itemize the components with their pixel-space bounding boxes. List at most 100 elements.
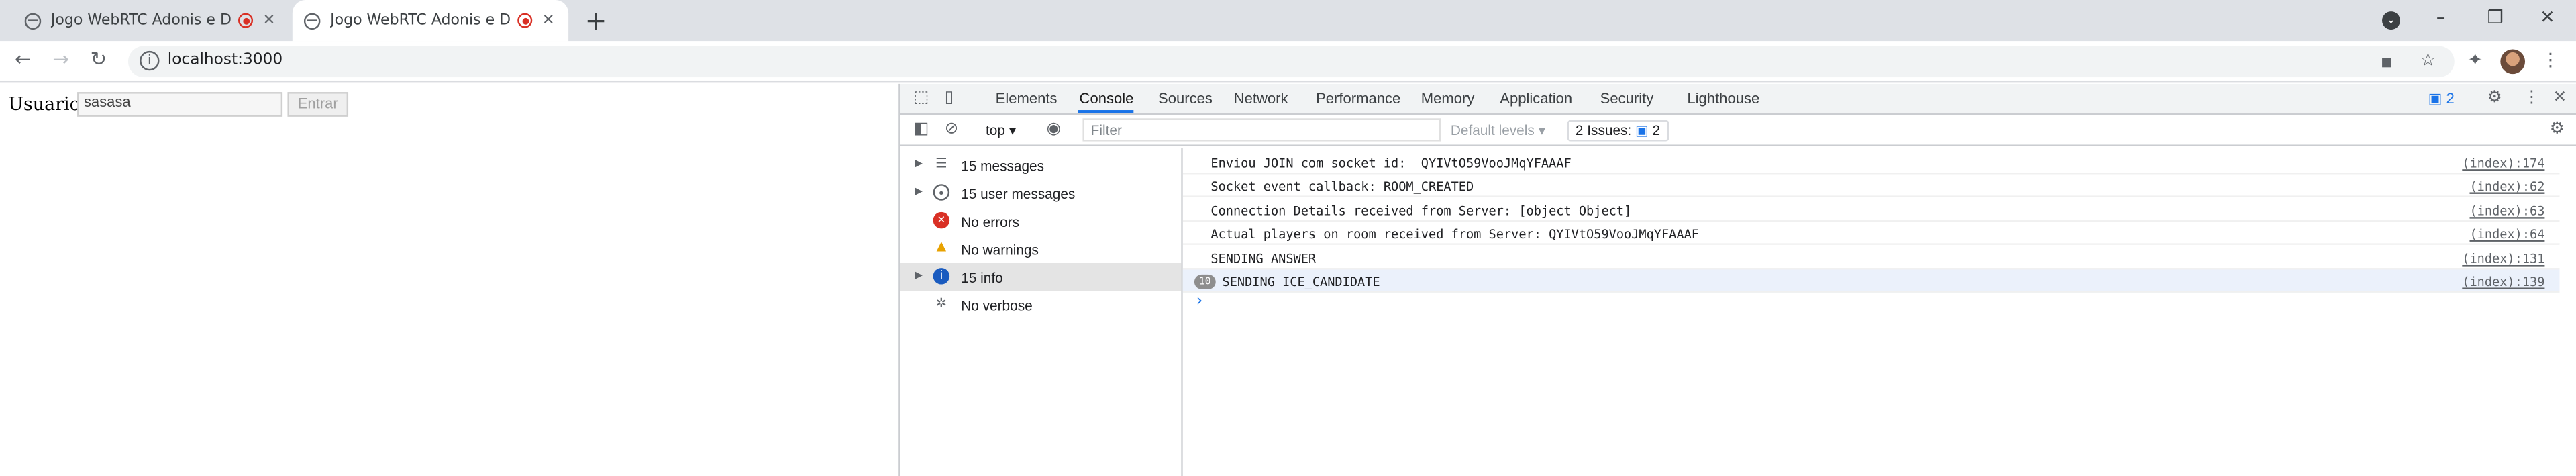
tab-network[interactable]: Network: [1234, 91, 1288, 107]
issues-label: 2 Issues:: [1575, 122, 1632, 138]
url-text: localhost:3000: [167, 50, 283, 69]
sidebar-item-verbose[interactable]: ✲ No verbose: [900, 291, 1182, 319]
expand-arrow-icon[interactable]: ▶: [915, 270, 923, 281]
site-info-icon[interactable]: i: [140, 50, 160, 71]
tab-memory[interactable]: Memory: [1421, 91, 1475, 107]
sidebar-item-info[interactable]: ▶ i 15 info: [900, 263, 1182, 291]
sidebar-item-label: No verbose: [961, 297, 1033, 314]
close-tab-icon[interactable]: ✕: [542, 12, 554, 28]
messages-badge-count: 2: [2446, 90, 2455, 107]
profile-avatar[interactable]: [2500, 49, 2526, 75]
log-entry: Socket event callback: ROOM_CREATED (ind…: [1182, 175, 2560, 197]
page-content: Usuario: sasasa Entrar: [0, 83, 899, 476]
settings-gear-icon[interactable]: ⚙: [2487, 89, 2502, 107]
sidebar-item-label: No errors: [961, 213, 1020, 230]
log-message: Actual players on room received from Ser…: [1210, 226, 1699, 242]
globe-icon: [303, 12, 321, 29]
tab-elements[interactable]: Elements: [996, 91, 1058, 107]
back-icon[interactable]: ←: [15, 48, 32, 70]
log-message: Socket event callback: ROOM_CREATED: [1210, 179, 1474, 194]
log-source-link[interactable]: (index):131: [2462, 252, 2544, 267]
tab-title: Jogo WebRTC Adonis e Dou: [50, 12, 232, 29]
tab-performance[interactable]: Performance: [1316, 91, 1400, 107]
console-settings-icon[interactable]: ⚙: [2550, 120, 2565, 138]
list-icon: ☰: [935, 156, 947, 171]
levels-label: Default levels: [1450, 122, 1535, 138]
minimize-button[interactable]: –: [2436, 7, 2445, 28]
clear-console-icon[interactable]: ⊘: [945, 120, 959, 138]
device-toggle-icon[interactable]: ▯: [945, 89, 954, 107]
context-selector[interactable]: top ▾: [986, 122, 1016, 140]
sidebar-item-label: 15 user messages: [961, 185, 1076, 203]
console-prompt[interactable]: ›: [1194, 293, 1204, 311]
sidebar-item-warnings[interactable]: ▲ No warnings: [900, 235, 1182, 263]
log-source-link[interactable]: (index):64: [2469, 227, 2544, 242]
inspect-icon[interactable]: ⬚: [913, 89, 929, 107]
warning-icon: ▲: [933, 238, 950, 256]
tab-search-icon[interactable]: ⌄: [2382, 11, 2400, 30]
restore-button[interactable]: ❐: [2487, 7, 2504, 28]
tab-application[interactable]: Application: [1500, 91, 1572, 107]
log-message: SENDING ANSWER: [1210, 251, 1317, 267]
log-source-link[interactable]: (index):174: [2462, 156, 2544, 171]
username-input[interactable]: sasasa: [77, 92, 283, 117]
more-options-icon[interactable]: ⋮: [2524, 89, 2540, 107]
info-icon: i: [933, 268, 950, 285]
devtools-panel: ⬚ ▯ Elements Console Sources Network Per…: [898, 83, 2576, 476]
sidebar-item-user-messages[interactable]: ▶ • 15 user messages: [900, 179, 1182, 207]
address-bar[interactable]: i localhost:3000 ▪ ☆: [127, 46, 2455, 78]
tab-strip: Jogo WebRTC Adonis e Dou ✕ Jogo WebRTC A…: [0, 0, 2576, 42]
menu-icon[interactable]: ⋮: [2542, 49, 2560, 70]
camera-icon[interactable]: ▪: [2381, 51, 2393, 73]
close-tab-icon[interactable]: ✕: [263, 12, 275, 28]
new-tab-button[interactable]: +: [585, 5, 607, 36]
tab-lighthouse[interactable]: Lighthouse: [1687, 91, 1759, 107]
log-source-link[interactable]: (index):62: [2469, 179, 2544, 194]
close-devtools-icon[interactable]: ✕: [2553, 89, 2567, 107]
sidebar-toggle-icon[interactable]: ◧: [913, 120, 929, 138]
levels-dropdown[interactable]: Default levels ▾: [1451, 122, 1545, 140]
eye-icon[interactable]: ◉: [1047, 120, 1061, 138]
forward-icon[interactable]: →: [52, 48, 69, 70]
user-label: Usuario:: [8, 93, 87, 115]
tab-sources[interactable]: Sources: [1158, 91, 1213, 107]
log-entry: SENDING ANSWER (index):131: [1182, 246, 2560, 270]
browser-tab-2[interactable]: Jogo WebRTC Adonis e Dou ✕: [292, 0, 569, 42]
enter-button[interactable]: Entrar: [287, 92, 349, 117]
devtools-tab-bar: ⬚ ▯ Elements Console Sources Network Per…: [900, 83, 2576, 115]
log-entry: Actual players on room received from Ser…: [1182, 222, 2560, 245]
log-source-link[interactable]: (index):139: [2462, 275, 2544, 289]
bookmark-star-icon[interactable]: ☆: [2420, 49, 2436, 70]
log-message: Connection Details received from Server:…: [1210, 203, 1632, 219]
issues-button[interactable]: 2 Issues: ▣ 2: [1567, 120, 1669, 142]
repeat-count-badge: 10: [1194, 274, 1216, 289]
console-log: Enviou JOIN com socket id: QYIVtO59VooJM…: [1182, 148, 2576, 476]
expand-arrow-icon[interactable]: ▶: [915, 186, 923, 197]
log-message: Enviou JOIN com socket id: QYIVtO59VooJM…: [1210, 156, 1572, 171]
messages-badge[interactable]: ▣ 2: [2428, 91, 2455, 109]
log-entry: Enviou JOIN com socket id: QYIVtO59VooJM…: [1182, 151, 2560, 175]
extensions-icon[interactable]: ✦: [2467, 49, 2483, 70]
sidebar-item-errors[interactable]: × No errors: [900, 207, 1182, 235]
console-filter-bar: ◧ ⊘ top ▾ ◉ Filter Default levels ▾ 2 Is…: [900, 115, 2576, 146]
console-sidebar: ▶ ☰ 15 messages ▶ • 15 user messages × N…: [900, 148, 1183, 476]
globe-icon: [24, 12, 42, 29]
sidebar-item-messages[interactable]: ▶ ☰ 15 messages: [900, 151, 1182, 179]
close-window-button[interactable]: ✕: [2540, 7, 2555, 28]
recording-icon: [517, 13, 533, 28]
context-value: top: [985, 122, 1005, 138]
tab-console[interactable]: Console: [1080, 91, 1134, 107]
browser-tab-1[interactable]: Jogo WebRTC Adonis e Dou ✕: [13, 0, 286, 41]
recording-icon: [238, 13, 254, 28]
sidebar-item-label: No warnings: [961, 241, 1039, 258]
filter-input[interactable]: Filter: [1082, 118, 1441, 142]
log-message: SENDING ICE_CANDIDATE: [1222, 274, 1380, 289]
active-tab-indicator: [1078, 110, 1134, 113]
expand-arrow-icon[interactable]: ▶: [915, 158, 923, 169]
tab-security[interactable]: Security: [1600, 91, 1654, 107]
tab-title: Jogo WebRTC Adonis e Dou: [330, 12, 511, 29]
bug-icon: ✲: [935, 295, 947, 311]
log-entry: Connection Details received from Server:…: [1182, 199, 2560, 222]
reload-icon[interactable]: ↻: [91, 48, 107, 70]
log-source-link[interactable]: (index):63: [2469, 204, 2544, 219]
